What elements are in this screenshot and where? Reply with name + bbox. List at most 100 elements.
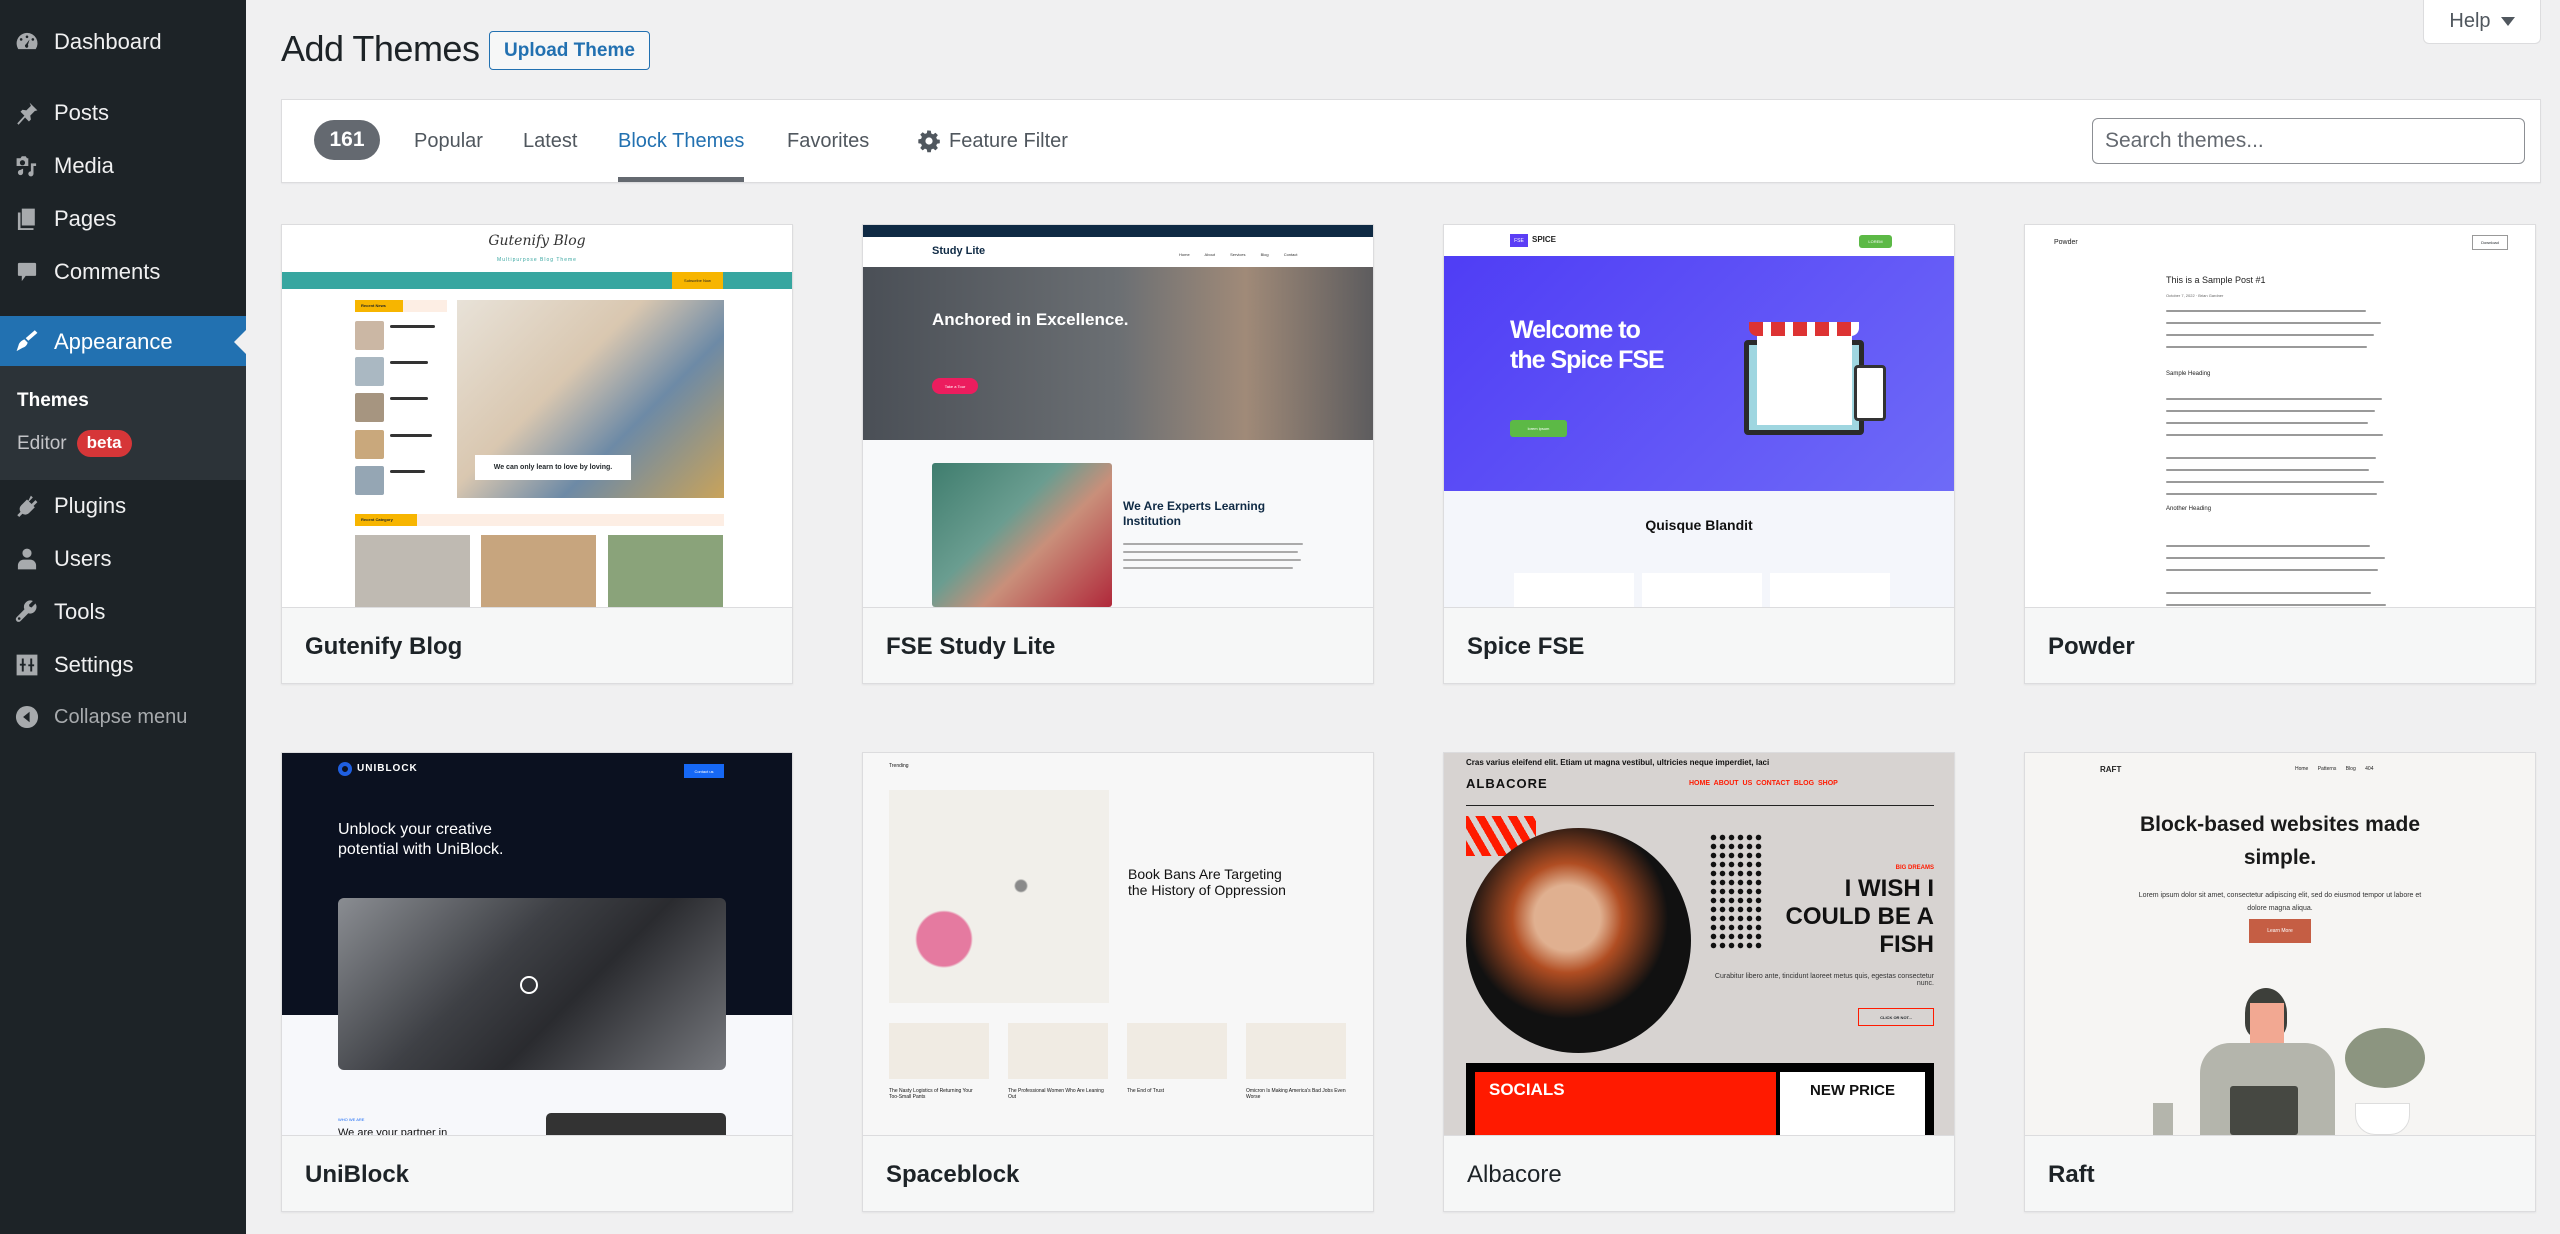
theme-screenshot: Powder Download This is a Sample Post #1… bbox=[2025, 225, 2535, 607]
upload-theme-button[interactable]: Upload Theme bbox=[489, 31, 650, 70]
submenu-label: Themes bbox=[17, 390, 89, 411]
preview-post-title: The Nasty Logistics of Returning Your To… bbox=[889, 1088, 973, 1100]
sidebar-item-media[interactable]: Media bbox=[0, 140, 246, 192]
settings-icon bbox=[0, 652, 52, 678]
filter-block-themes[interactable]: Block Themes bbox=[618, 100, 745, 182]
theme-card-spice-fse[interactable]: FSE SPICE LOREM Welcome to the Spice FSE… bbox=[1443, 224, 1955, 684]
preview-post-meta: October 7, 2022 · Brian Gardner bbox=[2166, 293, 2224, 298]
sidebar-item-plugins[interactable]: Plugins bbox=[0, 480, 246, 532]
text-line-placeholder bbox=[2166, 346, 2367, 348]
sidebar-item-label: Appearance bbox=[54, 329, 173, 354]
theme-screenshot: Study Lite Home About Services Blog Cont… bbox=[863, 225, 1373, 607]
sidebar-item-appearance[interactable]: Appearance bbox=[0, 316, 246, 368]
theme-name: Spice FSE bbox=[1467, 632, 1585, 660]
theme-screenshot: UNIBLOCK Contact us Unblock your creativ… bbox=[282, 753, 792, 1135]
text-line-placeholder bbox=[2166, 310, 2366, 312]
theme-name: Albacore bbox=[1467, 1160, 1562, 1188]
text-line-placeholder bbox=[2166, 493, 2377, 495]
text-line-placeholder bbox=[2166, 545, 2370, 547]
theme-screenshot: Gutenify Blog Multipurpose Blog Theme Su… bbox=[282, 225, 792, 607]
sidebar-item-label: Posts bbox=[54, 100, 110, 125]
preview-eyebrow: WHO WE ARE bbox=[338, 1117, 365, 1122]
preview-body-text bbox=[2166, 310, 2388, 606]
sidebar-item-posts[interactable]: Posts bbox=[0, 87, 246, 139]
preview-ticker: Cras varius eleifend elit. Etiam ut magn… bbox=[1466, 758, 1770, 767]
user-icon bbox=[0, 546, 52, 572]
theme-screenshot: RAFT Home Patterns Blog 404 Block-based … bbox=[2025, 753, 2535, 1135]
preview-section-label: Recent Category bbox=[355, 514, 417, 526]
submenu-item-themes[interactable]: Themes bbox=[17, 390, 89, 412]
active-menu-arrow bbox=[234, 330, 246, 354]
preview-section-title: We are your partner in bbox=[338, 1127, 448, 1135]
filter-latest[interactable]: Latest bbox=[523, 100, 577, 182]
help-label: Help bbox=[2449, 10, 2491, 32]
preview-logo: UNIBLOCK bbox=[357, 763, 418, 774]
theme-name-bar: Powder bbox=[2025, 607, 2535, 683]
text-line-placeholder bbox=[2166, 422, 2368, 424]
theme-card-spaceblock[interactable]: Trending Book Bans Are Targeting the His… bbox=[862, 752, 1374, 1212]
theme-card-albacore[interactable]: Cras varius eleifend elit. Etiam ut magn… bbox=[1443, 752, 1955, 1212]
text-line-placeholder bbox=[2166, 334, 2374, 336]
preview-hero-text: Lorem ipsum dolor sit amet, consectetur … bbox=[2138, 892, 2422, 912]
wrench-icon bbox=[0, 599, 52, 625]
preview-socials: SOCIALS bbox=[1475, 1072, 1776, 1135]
preview-cta: CLICK OR NOT... bbox=[1858, 1008, 1934, 1026]
sidebar-item-users[interactable]: Users bbox=[0, 533, 246, 585]
dropdown-arrow-icon bbox=[2500, 17, 2515, 26]
sidebar-item-pages[interactable]: Pages bbox=[0, 193, 246, 245]
theme-screenshot: FSE SPICE LOREM Welcome to the Spice FSE… bbox=[1444, 225, 1954, 607]
comment-icon bbox=[0, 259, 52, 285]
collapse-menu-button[interactable]: Collapse menu bbox=[0, 691, 246, 743]
text-line-placeholder bbox=[2166, 557, 2385, 559]
sidebar-item-label: Settings bbox=[54, 652, 134, 677]
filter-popular[interactable]: Popular bbox=[414, 100, 483, 182]
beta-badge: beta bbox=[76, 430, 132, 457]
sidebar-item-label: Users bbox=[54, 546, 112, 571]
search-themes-input[interactable] bbox=[2092, 118, 2525, 164]
preview-post-title: The Professional Women Who Are Leaning O… bbox=[1008, 1088, 1104, 1100]
pin-icon bbox=[0, 100, 52, 126]
theme-card-powder[interactable]: Powder Download This is a Sample Post #1… bbox=[2024, 224, 2536, 684]
sidebar-item-dashboard[interactable]: Dashboard bbox=[0, 16, 246, 68]
preview-nav-button: Download bbox=[2472, 235, 2508, 250]
preview-nav: Home Patterns Blog 404 bbox=[2295, 766, 2374, 772]
feature-filter-button[interactable]: Feature Filter bbox=[917, 100, 1068, 182]
gear-icon bbox=[918, 130, 940, 153]
theme-screenshot: Trending Book Bans Are Targeting the His… bbox=[863, 753, 1373, 1135]
preview-nav: Home About Services Blog Contact bbox=[1179, 252, 1298, 257]
theme-card-fse-study-lite[interactable]: Study Lite Home About Services Blog Cont… bbox=[862, 224, 1374, 684]
preview-hero-text: Curabitur libero ante, tincidunt laoreet… bbox=[1714, 973, 1934, 987]
preview-logo: ALBACORE bbox=[1466, 776, 1548, 791]
preview-site-title: Gutenify Blog bbox=[488, 233, 586, 249]
preview-section-label: Recent News bbox=[355, 300, 403, 312]
theme-name: FSE Study Lite bbox=[886, 632, 1056, 660]
theme-card-raft[interactable]: RAFT Home Patterns Blog 404 Block-based … bbox=[2024, 752, 2536, 1212]
preview-cta: lorem ipsum bbox=[1510, 420, 1567, 437]
media-icon bbox=[0, 153, 52, 179]
preview-hero-title: Block-based websites made simple. bbox=[2139, 813, 2421, 869]
help-tab-button[interactable]: Help bbox=[2423, 0, 2541, 44]
preview-heading: Sample Heading bbox=[2166, 371, 2211, 377]
collapse-arrow-icon bbox=[0, 704, 52, 730]
submenu-item-editor[interactable]: Editor beta bbox=[17, 430, 132, 457]
theme-name: Spaceblock bbox=[886, 1160, 1020, 1188]
text-line-placeholder bbox=[2166, 322, 2381, 324]
filter-favorites[interactable]: Favorites bbox=[787, 100, 869, 182]
preview-logo: Study Lite bbox=[932, 245, 986, 257]
sidebar-item-tools[interactable]: Tools bbox=[0, 586, 246, 638]
submenu-label: Editor bbox=[17, 432, 67, 454]
theme-card-gutenify-blog[interactable]: Gutenify Blog Multipurpose Blog Theme Su… bbox=[281, 224, 793, 684]
sidebar-item-label: Tools bbox=[54, 599, 106, 624]
preview-nav-button: LOREM bbox=[1859, 235, 1892, 248]
theme-name: Gutenify Blog bbox=[305, 632, 463, 660]
text-line-placeholder bbox=[2166, 569, 2378, 571]
sidebar-item-settings[interactable]: Settings bbox=[0, 639, 246, 691]
dashboard-icon bbox=[0, 29, 52, 55]
feature-filter-label: Feature Filter bbox=[949, 129, 1068, 152]
sidebar-item-comments[interactable]: Comments bbox=[0, 246, 246, 298]
plugin-icon bbox=[0, 493, 52, 519]
preview-heading: Another Heading bbox=[2166, 506, 2212, 512]
theme-card-uniblock[interactable]: UNIBLOCK Contact us Unblock your creativ… bbox=[281, 752, 793, 1212]
theme-filter-bar: 161 Popular Latest Block Themes Favorite… bbox=[281, 99, 2541, 183]
preview-price: NEW PRICE bbox=[1780, 1072, 1925, 1135]
